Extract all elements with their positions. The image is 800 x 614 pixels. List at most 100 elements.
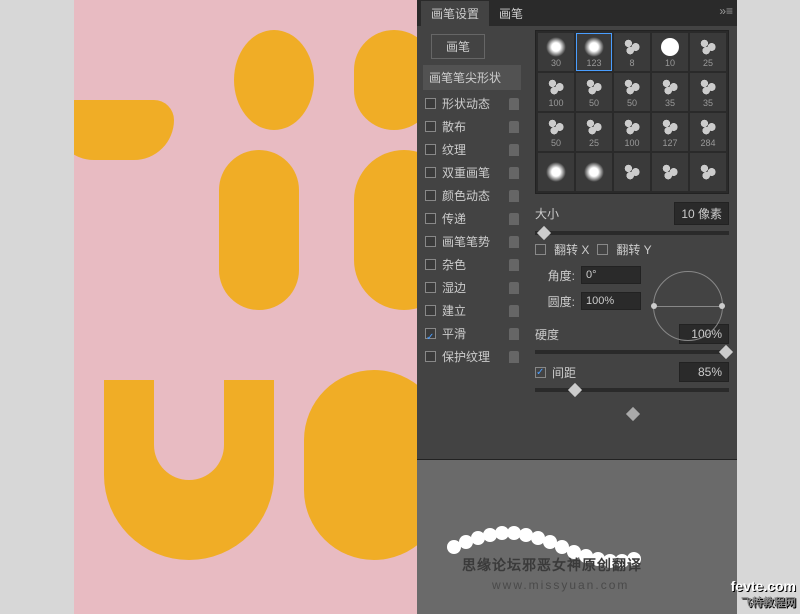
spacing-value[interactable]: 85%	[679, 362, 729, 382]
hardness-slider[interactable]	[535, 350, 729, 354]
option-checkbox[interactable]	[425, 236, 436, 247]
panel-tabs: 画笔设置 画笔 »≡	[417, 0, 737, 26]
option-label: 保护纹理	[442, 348, 490, 365]
lock-icon[interactable]	[509, 144, 519, 156]
spacing-checkbox[interactable]	[535, 367, 546, 378]
panel-menu-icon[interactable]: »≡	[719, 4, 733, 18]
tab-brush[interactable]: 画笔	[489, 1, 533, 26]
spacing-label: 间距	[552, 364, 679, 381]
brush-preset[interactable]: 35	[690, 73, 726, 111]
brush-option-row[interactable]: 平滑	[423, 322, 521, 345]
brush-preset[interactable]: 25	[576, 113, 612, 151]
tab-brush-settings[interactable]: 画笔设置	[421, 1, 489, 26]
option-label: 画笔笔势	[442, 233, 490, 250]
option-checkbox[interactable]	[425, 282, 436, 293]
lock-icon[interactable]	[509, 328, 519, 340]
option-checkbox[interactable]	[425, 121, 436, 132]
option-checkbox[interactable]	[425, 351, 436, 362]
brush-option-row[interactable]: 建立	[423, 299, 521, 322]
brush-option-row[interactable]: 颜色动态	[423, 184, 521, 207]
brush-option-row[interactable]: 纹理	[423, 138, 521, 161]
option-label: 杂色	[442, 256, 466, 273]
roundness-input[interactable]	[581, 292, 641, 310]
angle-label: 角度:	[535, 267, 575, 284]
size-label: 大小	[535, 205, 674, 222]
artwork-shape	[304, 370, 417, 560]
brush-preset[interactable]	[576, 153, 612, 191]
document-canvas[interactable]	[74, 0, 417, 614]
option-checkbox[interactable]	[425, 259, 436, 270]
lock-icon[interactable]	[509, 305, 519, 317]
flip-x-checkbox[interactable]	[535, 244, 546, 255]
artwork-shape	[219, 150, 299, 310]
brush-preset[interactable]: 100	[538, 73, 574, 111]
brush-preset[interactable]: 30	[538, 33, 574, 71]
option-checkbox[interactable]	[425, 167, 436, 178]
artwork-shape	[354, 30, 417, 130]
brush-preset[interactable]	[652, 153, 688, 191]
brush-preset[interactable]: 25	[690, 33, 726, 71]
option-label: 纹理	[442, 141, 466, 158]
angle-widget[interactable]	[653, 271, 723, 341]
site-logo: fevte.com 飞特教程网	[731, 578, 796, 610]
option-label: 湿边	[442, 279, 466, 296]
brush-option-row[interactable]: 双重画笔	[423, 161, 521, 184]
brush-preset[interactable]: 127	[652, 113, 688, 151]
option-label: 传递	[442, 210, 466, 227]
brush-preset[interactable]	[690, 153, 726, 191]
lock-icon[interactable]	[509, 121, 519, 133]
brush-preset[interactable]	[614, 153, 650, 191]
brush-options-column: 画笔 画笔笔尖形状 形状动态散布纹理双重画笔颜色动态传递画笔笔势杂色湿边建立平滑…	[417, 26, 527, 426]
lock-icon[interactable]	[509, 259, 519, 271]
brush-properties-column: 3012381025100505035355025100127284 大小 10…	[527, 26, 737, 426]
option-checkbox[interactable]	[425, 213, 436, 224]
lock-icon[interactable]	[509, 213, 519, 225]
brush-option-row[interactable]: 形状动态	[423, 92, 521, 115]
option-checkbox[interactable]	[425, 190, 436, 201]
artwork-shape	[234, 30, 314, 130]
brush-option-row[interactable]: 湿边	[423, 276, 521, 299]
lock-icon[interactable]	[509, 236, 519, 248]
brush-option-row[interactable]: 传递	[423, 207, 521, 230]
option-checkbox[interactable]	[425, 98, 436, 109]
brush-option-row[interactable]: 保护纹理	[423, 345, 521, 368]
brush-preset[interactable]: 284	[690, 113, 726, 151]
option-checkbox[interactable]	[425, 305, 436, 316]
brush-preset[interactable]: 100	[614, 113, 650, 151]
option-checkbox[interactable]	[425, 328, 436, 339]
size-slider[interactable]	[535, 231, 729, 235]
brush-stroke-preview: 思缘论坛邪恶女神原创翻译 www.missyuan.com	[417, 459, 737, 614]
option-label: 形状动态	[442, 95, 490, 112]
option-checkbox[interactable]	[425, 144, 436, 155]
lock-icon[interactable]	[509, 167, 519, 179]
brush-preset[interactable]	[538, 153, 574, 191]
lock-icon[interactable]	[509, 190, 519, 202]
artwork-shape	[74, 100, 174, 160]
stroke-sample	[447, 520, 647, 560]
brush-option-row[interactable]: 杂色	[423, 253, 521, 276]
flip-y-label: 翻转 Y	[616, 241, 651, 258]
lock-icon[interactable]	[509, 351, 519, 363]
brush-preset[interactable]: 10	[652, 33, 688, 71]
lock-icon[interactable]	[509, 98, 519, 110]
brush-preset[interactable]: 8	[614, 33, 650, 71]
brush-preset-grid: 3012381025100505035355025100127284	[535, 30, 729, 194]
preview-zoom-slider[interactable]	[535, 412, 729, 416]
flip-y-checkbox[interactable]	[597, 244, 608, 255]
spacing-slider[interactable]	[535, 388, 729, 392]
watermark-text: 思缘论坛邪恶女神原创翻译	[462, 555, 642, 575]
brush-option-row[interactable]: 散布	[423, 115, 521, 138]
brush-option-row[interactable]: 画笔笔势	[423, 230, 521, 253]
brush-preset[interactable]: 50	[614, 73, 650, 111]
option-label: 双重画笔	[442, 164, 490, 181]
brush-preset[interactable]: 35	[652, 73, 688, 111]
brush-presets-button[interactable]: 画笔	[431, 34, 485, 59]
lock-icon[interactable]	[509, 282, 519, 294]
brush-preset[interactable]: 123	[576, 33, 612, 71]
brush-preset[interactable]: 50	[576, 73, 612, 111]
brush-tip-shape-row[interactable]: 画笔笔尖形状	[423, 65, 521, 90]
watermark-url: www.missyuan.com	[492, 578, 629, 592]
angle-input[interactable]	[581, 266, 641, 284]
brush-preset[interactable]: 50	[538, 113, 574, 151]
size-value[interactable]: 10 像素	[674, 202, 729, 225]
